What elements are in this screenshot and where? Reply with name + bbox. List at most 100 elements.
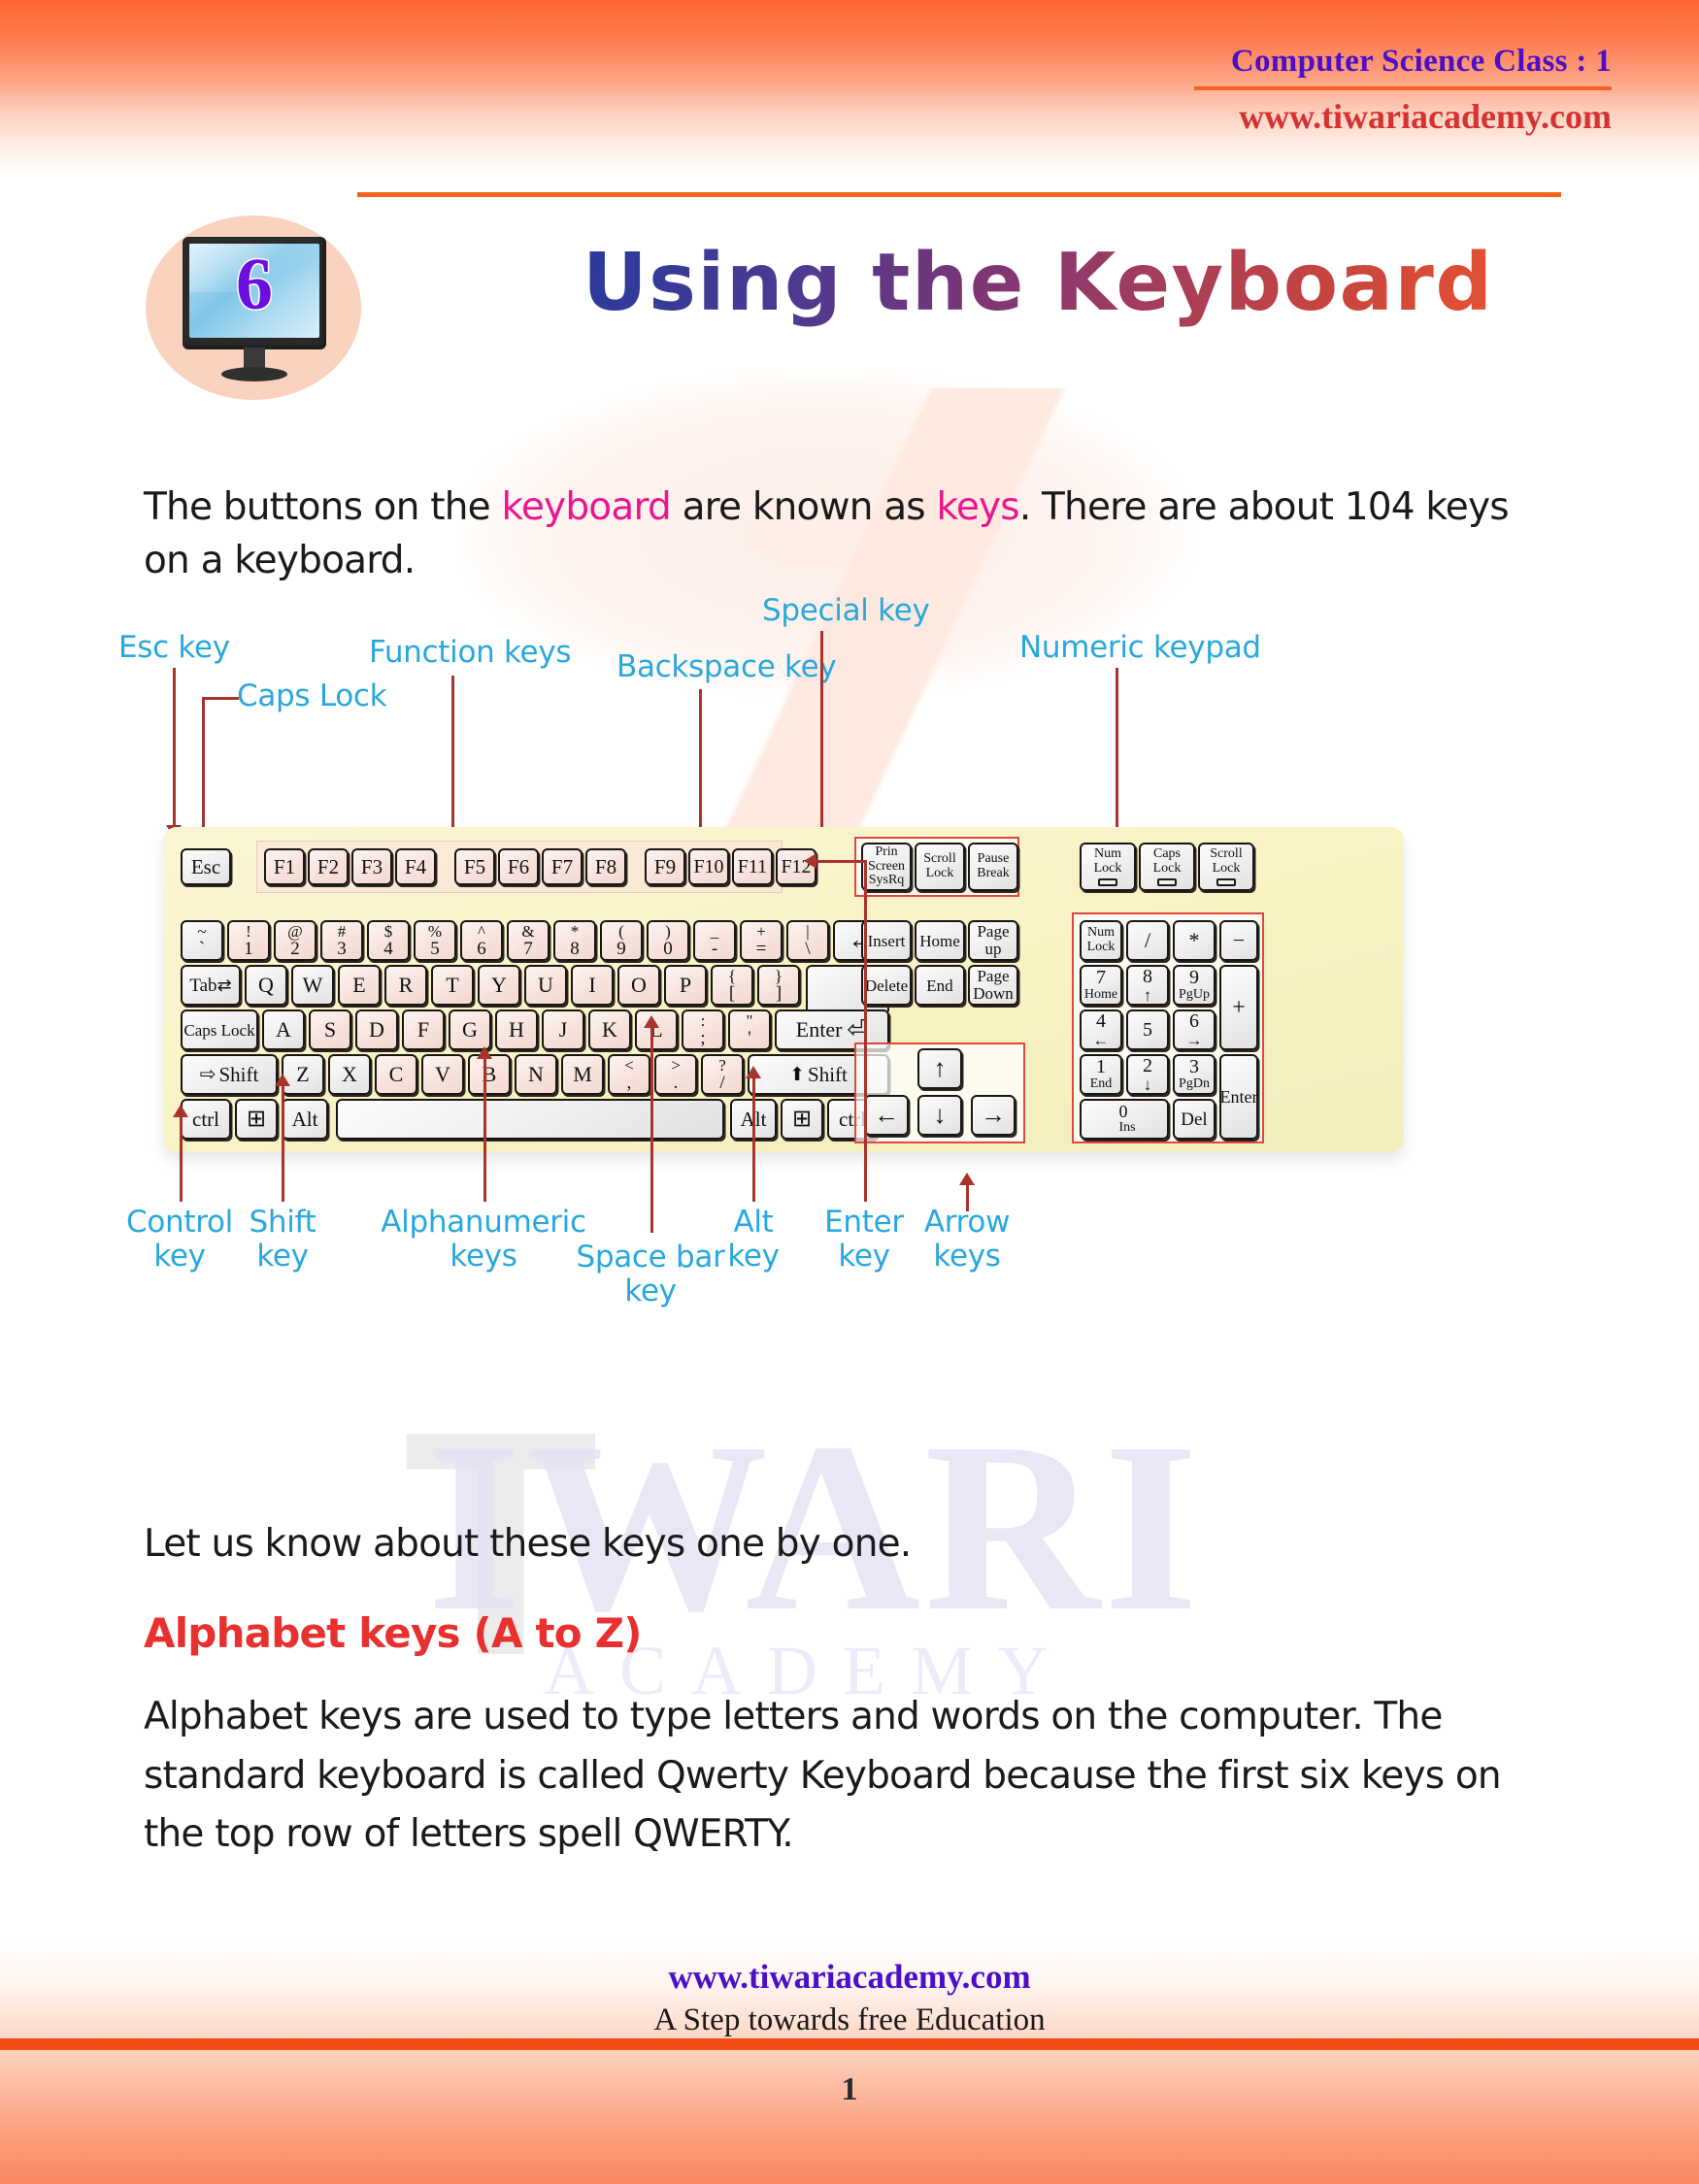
key-4[interactable]: $4 [367,920,410,961]
key-backtick[interactable]: ~ ` [181,920,223,961]
key-comma[interactable]: <, [608,1054,650,1095]
indicator-caps-lock-line2: Lock [1152,860,1182,876]
key-numpad-enter[interactable]: Enter [1219,1054,1258,1140]
key-shift-left[interactable]: ⇨ Shift [181,1054,278,1095]
key-home[interactable]: Home [915,920,965,961]
key-period[interactable]: >. [654,1054,697,1095]
key-tab[interactable]: Tab ⇄ [181,965,241,1006]
key-f2[interactable]: F2 [308,848,349,885]
key-numpad-2[interactable]: 2 ↓ [1126,1054,1169,1095]
header-website[interactable]: www.tiwariacademy.com [1194,96,1612,137]
key-d[interactable]: D [355,1009,398,1050]
key-b[interactable]: B [468,1054,511,1095]
key-p[interactable]: P [664,965,707,1006]
key-9[interactable]: (9 [600,920,643,961]
key-numpad-divide[interactable]: / [1126,920,1169,961]
key-caps-lock[interactable]: Caps Lock [181,1009,258,1050]
key-0[interactable]: ) 0 [647,920,689,961]
key-n[interactable]: N [515,1054,557,1095]
key-equals[interactable]: + = [740,920,783,961]
key-delete[interactable]: Delete [861,965,912,1006]
key-minus[interactable]: _ - [693,920,736,961]
key-print-screen[interactable]: Prin Screen SysRq [861,843,912,891]
key-u[interactable]: U [524,965,567,1006]
key-alt-left[interactable]: Alt [282,1099,328,1140]
key-backslash[interactable]: | \ [786,920,829,961]
key-windows-right[interactable]: ⊞ [781,1099,823,1140]
key-numpad-3[interactable]: 3 PgDn [1173,1054,1216,1095]
key-a[interactable]: A [262,1009,305,1050]
key-y[interactable]: Y [478,965,520,1006]
key-s[interactable]: S [309,1009,351,1050]
key-slash[interactable]: ? / [701,1054,744,1095]
key-page-down[interactable]: Page Down [968,965,1018,1006]
key-o[interactable]: O [617,965,660,1006]
key-f[interactable]: F [402,1009,445,1050]
key-r[interactable]: R [384,965,427,1006]
key-j[interactable]: J [542,1009,584,1050]
key-f6[interactable]: F6 [498,848,539,885]
pointer-alphanumeric-arrow [477,1046,492,1059]
key-numpad-1[interactable]: 1 End [1080,1054,1122,1095]
key-c[interactable]: C [375,1054,417,1095]
key-x[interactable]: X [328,1054,371,1095]
key-1[interactable]: ! 1 [227,920,270,961]
key-arrow-left[interactable]: ← [864,1095,909,1136]
key-numpad-7[interactable]: 7 Home [1080,965,1122,1006]
key-w[interactable]: W [291,965,334,1006]
key-space[interactable] [336,1099,724,1140]
key-numpad-5[interactable]: 5 [1126,1009,1169,1050]
key-quote[interactable]: " ' [728,1009,771,1050]
key-6[interactable]: ^ 6 [460,920,503,961]
key-g[interactable]: G [449,1009,491,1050]
key-6-bottom: 6 [477,939,486,959]
key-numpad-8[interactable]: 8 ↑ [1126,965,1169,1006]
key-windows-left[interactable]: ⊞ [235,1099,278,1140]
key-t[interactable]: T [431,965,474,1006]
key-3[interactable]: #3 [320,920,363,961]
key-end[interactable]: End [915,965,965,1006]
key-f7[interactable]: F7 [542,848,583,885]
key-m[interactable]: M [561,1054,604,1095]
key-f1[interactable]: F1 [264,848,305,885]
key-arrow-up[interactable]: ↑ [917,1048,962,1089]
key-numpad-num-lock[interactable]: Num Lock [1080,920,1122,961]
key-esc[interactable]: Esc [181,848,231,885]
key-scroll-lock[interactable]: Scroll Lock [915,843,965,891]
key-f11[interactable]: F11 [732,848,773,885]
key-numpad-subtract[interactable]: − [1219,920,1258,961]
key-insert[interactable]: Insert [861,920,912,961]
key-e[interactable]: E [338,965,381,1006]
key-7[interactable]: & 7 [507,920,550,961]
key-numpad-0[interactable]: 0 Ins [1080,1099,1169,1140]
key-numpad-9[interactable]: 9 PgUp [1173,965,1216,1006]
footer-website[interactable]: www.tiwariacademy.com [0,1958,1699,1997]
key-q[interactable]: Q [245,965,287,1006]
key-page-up[interactable]: Page up [968,920,1018,961]
key-f3[interactable]: F3 [351,848,392,885]
key-f10[interactable]: F10 [688,848,729,885]
key-arrow-down[interactable]: ↓ [917,1095,962,1136]
key-bracket-close[interactable]: }] [757,965,800,1006]
key-numpad-multiply[interactable]: * [1173,920,1216,961]
key-5[interactable]: % 5 [414,920,456,961]
key-k[interactable]: K [588,1009,631,1050]
key-f8[interactable]: F8 [585,848,626,885]
key-pause-break[interactable]: Pause Break [968,843,1018,891]
key-f9[interactable]: F9 [645,848,685,885]
key-i[interactable]: I [571,965,614,1006]
key-numpad-del[interactable]: Del [1173,1099,1216,1140]
key-bracket-open[interactable]: {[ [711,965,753,1006]
key-v[interactable]: V [421,1054,464,1095]
key-h[interactable]: H [495,1009,538,1050]
key-arrow-right[interactable]: → [971,1095,1016,1136]
key-2[interactable]: @2 [274,920,316,961]
key-numpad-4[interactable]: 4 ← [1080,1009,1122,1050]
key-backslash-top: | [806,922,810,941]
key-numpad-add[interactable]: + [1219,965,1258,1050]
key-8[interactable]: * 8 [553,920,596,961]
key-semicolon[interactable]: :; [682,1009,724,1050]
key-f4[interactable]: F4 [395,848,436,885]
key-f5[interactable]: F5 [454,848,495,885]
key-numpad-6[interactable]: 6 → [1173,1009,1216,1050]
